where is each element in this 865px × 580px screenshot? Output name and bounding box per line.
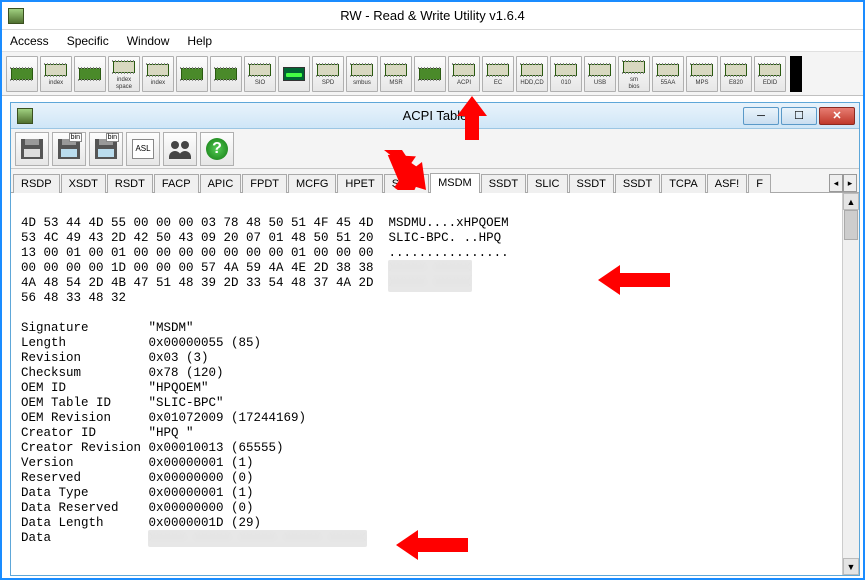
content-pane: 4D 53 44 4D 55 00 00 00 03 78 48 50 51 4… <box>11 193 859 575</box>
app-icon <box>8 8 24 24</box>
e820-btn[interactable]: E820 <box>720 56 752 92</box>
smbus-btn[interactable]: smbus <box>346 56 378 92</box>
lcd-btn[interactable] <box>278 56 310 92</box>
minimize-button[interactable]: ─ <box>743 107 779 125</box>
find-btn[interactable] <box>163 132 197 166</box>
dev2-btn[interactable] <box>210 56 242 92</box>
spd-btn[interactable]: SPD <box>312 56 344 92</box>
dev-btn[interactable] <box>176 56 208 92</box>
hex-text-area[interactable]: 4D 53 44 4D 55 00 00 00 03 78 48 50 51 4… <box>11 193 842 575</box>
tab-asf!-15[interactable]: ASF! <box>707 174 747 193</box>
010-btn[interactable]: 010 <box>550 56 582 92</box>
mdi-client: ACPI Table ─ ☐ ✕ bin bin ASL ? RSDPXSDTR… <box>10 102 855 574</box>
index2-btn[interactable]: index <box>142 56 174 92</box>
window-titlebar: RW - Read & Write Utility v1.6.4 <box>2 2 863 30</box>
tab-ssdt-12[interactable]: SSDT <box>569 174 614 193</box>
vertical-scrollbar[interactable]: ▲ ▼ <box>842 193 859 575</box>
scroll-down-button[interactable]: ▼ <box>843 558 859 575</box>
main-toolbar: indexindexspaceindexSIOSPDsmbusMSRACPIEC… <box>2 52 863 96</box>
menubar: Access Specific Window Help <box>2 30 863 52</box>
close-button[interactable]: ✕ <box>819 107 855 125</box>
mps-btn[interactable]: MPS <box>686 56 718 92</box>
menu-access[interactable]: Access <box>10 34 49 48</box>
child-titlebar[interactable]: ACPI Table ─ ☐ ✕ <box>11 103 859 129</box>
hdd-btn[interactable]: HDD,CD <box>516 56 548 92</box>
child-toolbar: bin bin ASL ? <box>11 129 859 169</box>
mem2-btn[interactable] <box>74 56 106 92</box>
acpi-tabs: RSDPXSDTRSDTFACPAPICFPDTMCFGHPETSSDTMSDM… <box>11 169 859 193</box>
usb-btn[interactable]: USB <box>584 56 616 92</box>
tab-msdm-9[interactable]: MSDM <box>430 173 480 193</box>
mem-btn[interactable] <box>6 56 38 92</box>
child-title: ACPI Table <box>403 108 468 123</box>
index-btn[interactable]: index <box>40 56 72 92</box>
msr-btn[interactable]: MSR <box>380 56 412 92</box>
tab-apic-4[interactable]: APIC <box>200 174 242 193</box>
acpi-table-window: ACPI Table ─ ☐ ✕ bin bin ASL ? RSDPXSDTR… <box>10 102 860 576</box>
cpu-btn[interactable] <box>414 56 446 92</box>
sio-btn[interactable]: SIO <box>244 56 276 92</box>
menu-specific[interactable]: Specific <box>67 34 109 48</box>
55aa-btn[interactable]: 55AA <box>652 56 684 92</box>
maximize-button[interactable]: ☐ <box>781 107 817 125</box>
tab-ssdt-10[interactable]: SSDT <box>481 174 526 193</box>
tab-f-16[interactable]: F <box>748 174 771 193</box>
tab-facp-3[interactable]: FACP <box>154 174 199 193</box>
tab-scroll-right[interactable]: ▸ <box>843 174 857 192</box>
child-app-icon <box>17 108 33 124</box>
asl-btn[interactable]: ASL <box>126 132 160 166</box>
tab-ssdt-8[interactable]: SSDT <box>384 174 429 193</box>
window-title: RW - Read & Write Utility v1.6.4 <box>340 8 524 23</box>
smbios-btn[interactable]: smbios <box>618 56 650 92</box>
tab-rsdp-0[interactable]: RSDP <box>13 174 60 193</box>
tab-ssdt-13[interactable]: SSDT <box>615 174 660 193</box>
menu-window[interactable]: Window <box>127 34 170 48</box>
scroll-thumb[interactable] <box>844 210 858 240</box>
save-bin2-btn[interactable]: bin <box>89 132 123 166</box>
tab-fpdt-5[interactable]: FPDT <box>242 174 287 193</box>
acpi-btn[interactable]: ACPI <box>448 56 480 92</box>
scroll-up-button[interactable]: ▲ <box>843 193 859 210</box>
help-btn[interactable]: ? <box>200 132 234 166</box>
tab-slic-11[interactable]: SLIC <box>527 174 567 193</box>
index-space-btn[interactable]: indexspace <box>108 56 140 92</box>
save-bin-btn[interactable]: bin <box>52 132 86 166</box>
save-floppy-btn[interactable] <box>15 132 49 166</box>
tab-mcfg-6[interactable]: MCFG <box>288 174 336 193</box>
tab-rsdt-2[interactable]: RSDT <box>107 174 153 193</box>
menu-help[interactable]: Help <box>187 34 212 48</box>
tab-hpet-7[interactable]: HPET <box>337 174 382 193</box>
tab-scroll-left[interactable]: ◂ <box>829 174 843 192</box>
edid-btn[interactable]: EDID <box>754 56 786 92</box>
tab-tcpa-14[interactable]: TCPA <box>661 174 706 193</box>
tab-xsdt-1[interactable]: XSDT <box>61 174 106 193</box>
ec-btn[interactable]: EC <box>482 56 514 92</box>
